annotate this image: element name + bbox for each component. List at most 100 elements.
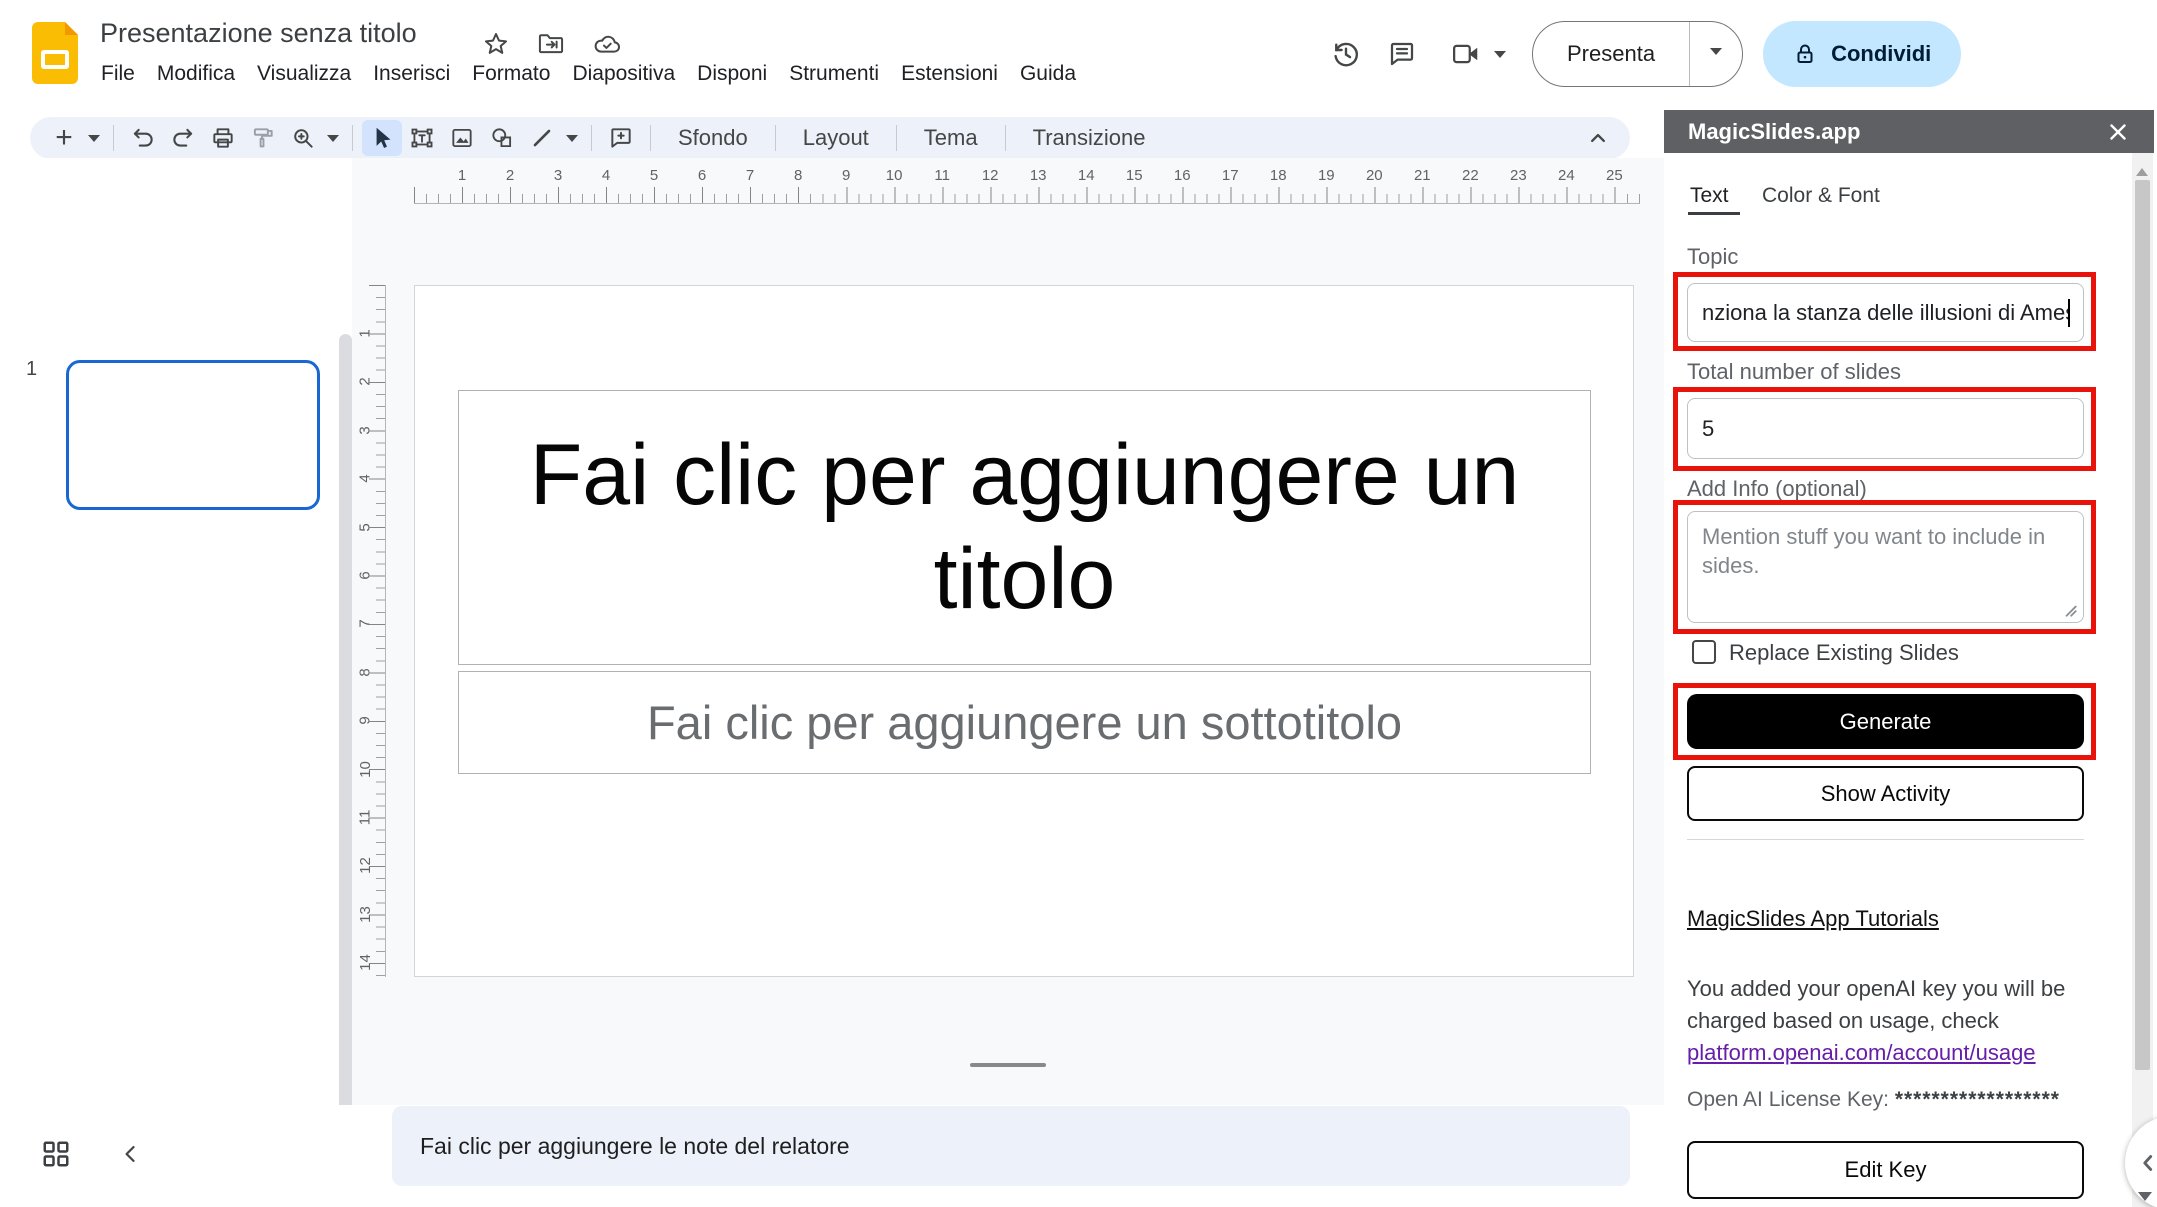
topic-label: Topic: [1687, 244, 1738, 270]
join-call-caret-icon[interactable]: [1494, 51, 1506, 64]
add-info-textarea[interactable]: [1687, 511, 2084, 623]
comments-icon[interactable]: [1374, 26, 1430, 82]
share-button-label: Condividi: [1831, 41, 1931, 67]
undo-icon[interactable]: [123, 120, 163, 156]
print-icon[interactable]: [203, 120, 243, 156]
scrollbar-down-arrow-icon[interactable]: [2138, 1192, 2152, 1207]
join-call-icon[interactable]: [1438, 26, 1494, 82]
present-button[interactable]: Presenta: [1533, 22, 1689, 86]
usage-link[interactable]: platform.openai.com/account/usage: [1687, 1040, 2036, 1065]
toolbar-divider: [1005, 125, 1006, 151]
present-options-caret[interactable]: [1690, 22, 1742, 86]
speaker-notes-placeholder: Fai clic per aggiungere le note del rela…: [420, 1133, 850, 1160]
subtitle-placeholder-box[interactable]: Fai clic per aggiungere un sottotitolo: [458, 671, 1591, 774]
move-folder-icon[interactable]: [536, 30, 566, 58]
chevron-left-icon: [2135, 1148, 2157, 1178]
filmstrip-scrollbar[interactable]: [339, 334, 352, 1207]
insert-image-tool[interactable]: [442, 120, 482, 156]
title-placeholder-box[interactable]: Fai clic per aggiungere un titolo: [458, 390, 1591, 665]
menu-item[interactable]: Strumenti: [778, 58, 890, 90]
toolbar-divider: [650, 125, 651, 151]
google-slides-app: Presentazione senza titolo FileModificaV…: [0, 0, 2157, 1207]
license-key-label: Open AI License Key:: [1687, 1088, 1889, 1111]
toolbar-divider: [775, 125, 776, 151]
speaker-notes-bar: Fai clic per aggiungere le note del rela…: [0, 1105, 1664, 1207]
cloud-saved-icon[interactable]: [592, 30, 622, 58]
slide-number: 1: [26, 358, 37, 381]
menu-item[interactable]: File: [90, 58, 146, 90]
textarea-resize-grip-icon[interactable]: [2062, 602, 2078, 618]
line-caret-icon[interactable]: [562, 120, 582, 156]
app-bar: Presentazione senza titolo FileModificaV…: [0, 0, 2157, 117]
menu-item[interactable]: Inserisci: [362, 58, 461, 90]
toolbar-divider: [113, 125, 114, 151]
subtitle-placeholder-text: Fai clic per aggiungere un sottotitolo: [647, 695, 1402, 750]
add-info-label: Add Info (optional): [1687, 476, 1867, 502]
background-button[interactable]: Sfondo: [660, 125, 766, 151]
insert-line-tool[interactable]: [522, 120, 562, 156]
replace-slides-checkbox[interactable]: [1692, 640, 1716, 664]
tab-color-font[interactable]: Color & Font: [1762, 184, 1880, 208]
menu-item[interactable]: Diapositiva: [561, 58, 686, 90]
lock-icon: [1793, 40, 1817, 68]
close-sidebar-icon[interactable]: [2106, 120, 2130, 144]
new-slide-caret-icon[interactable]: [84, 120, 104, 156]
insert-shape-tool[interactable]: [482, 120, 522, 156]
menu-bar: FileModificaVisualizzaInserisciFormatoDi…: [90, 58, 1087, 90]
tutorials-link[interactable]: MagicSlides App Tutorials: [1687, 906, 1939, 932]
zoom-caret-icon[interactable]: [323, 120, 343, 156]
document-title-icons: [482, 30, 622, 58]
new-slide-button[interactable]: +: [44, 120, 84, 156]
transition-button[interactable]: Transizione: [1015, 125, 1164, 151]
license-key-row: Open AI License Key: ******************: [1687, 1088, 2060, 1112]
grid-view-icon[interactable]: [40, 1139, 72, 1169]
paint-format-icon[interactable]: [243, 120, 283, 156]
version-history-icon[interactable]: [1318, 26, 1374, 82]
menu-item[interactable]: Estensioni: [890, 58, 1009, 90]
topic-input[interactable]: [1687, 283, 2084, 342]
document-title[interactable]: Presentazione senza titolo: [100, 18, 417, 49]
scrollbar-up-arrow-icon[interactable]: [2136, 162, 2148, 176]
toolbar-divider: [896, 125, 897, 151]
canvas-workspace: 1234567891011121314151617181920212223242…: [352, 158, 1664, 1105]
openai-key-note: You added your openAI key you will be ch…: [1687, 973, 2097, 1069]
openai-key-note-text: You added your openAI key you will be ch…: [1687, 976, 2065, 1033]
toolbar: +: [30, 117, 1630, 159]
menu-item[interactable]: Visualizza: [246, 58, 362, 90]
generate-button[interactable]: Generate: [1687, 694, 2084, 749]
zoom-icon[interactable]: [283, 120, 323, 156]
theme-button[interactable]: Tema: [906, 125, 996, 151]
share-button[interactable]: Condividi: [1763, 21, 1961, 87]
star-icon[interactable]: [482, 30, 510, 58]
filmstrip-panel: 1: [0, 158, 352, 1105]
tab-text[interactable]: Text: [1690, 184, 1729, 208]
menu-item[interactable]: Formato: [461, 58, 561, 90]
redo-icon[interactable]: [163, 120, 203, 156]
horizontal-ruler: 1234567891011121314151617181920212223242…: [414, 165, 1640, 204]
edit-key-button[interactable]: Edit Key: [1687, 1141, 2084, 1199]
menu-item[interactable]: Modifica: [146, 58, 246, 90]
slides-count-label: Total number of slides: [1687, 359, 1901, 385]
layout-button[interactable]: Layout: [785, 125, 887, 151]
sidebar-scrollbar-thumb[interactable]: [2135, 180, 2150, 1070]
slides-count-input[interactable]: [1687, 398, 2084, 459]
text-cursor: [2068, 299, 2070, 327]
show-activity-button[interactable]: Show Activity: [1687, 766, 2084, 821]
slide-canvas[interactable]: Fai clic per aggiungere un titolo Fai cl…: [414, 285, 1634, 977]
collapse-filmstrip-icon[interactable]: [116, 1137, 146, 1171]
replace-slides-label: Replace Existing Slides: [1729, 640, 1959, 666]
speaker-notes-input[interactable]: Fai clic per aggiungere le note del rela…: [392, 1106, 1630, 1186]
slides-logo-icon[interactable]: [32, 22, 78, 84]
slide-thumbnail[interactable]: [66, 360, 320, 510]
tab-text-underline: [1688, 212, 1740, 215]
collapse-toolbar-icon[interactable]: [1584, 124, 1612, 152]
title-placeholder-text: Fai clic per aggiungere un titolo: [519, 424, 1530, 630]
sidebar-title: MagicSlides.app: [1688, 119, 1860, 145]
text-box-tool[interactable]: [402, 120, 442, 156]
menu-item[interactable]: Guida: [1009, 58, 1087, 90]
add-comment-tool[interactable]: [601, 120, 641, 156]
select-tool[interactable]: [362, 120, 402, 156]
license-key-mask: ******************: [1895, 1088, 2060, 1111]
menu-item[interactable]: Disponi: [686, 58, 778, 90]
notes-resize-handle[interactable]: [970, 1063, 1046, 1067]
